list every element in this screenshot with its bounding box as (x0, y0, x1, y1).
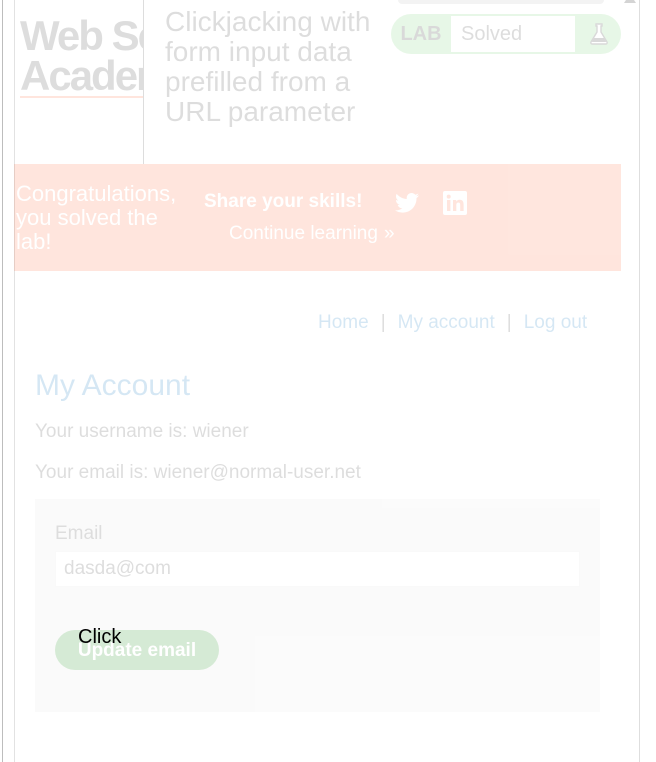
continue-learning-label: Continue learning (229, 223, 378, 244)
account-nav: Home | My account | Log out (318, 312, 587, 334)
nav-log-out-link[interactable]: Log out (524, 312, 587, 333)
lab-title: Clickjacking with form input data prefil… (165, 6, 371, 127)
email-field[interactable]: dasda@com (55, 551, 580, 587)
nav-my-account-link[interactable]: My account (398, 312, 495, 333)
academy-logo[interactable]: Web Security Academy (20, 12, 144, 108)
current-email-text: Your email is: wiener@normal-user.net (35, 462, 361, 483)
congrats-message: Congratulations, you solved the lab! (16, 181, 177, 254)
logo-underline (20, 96, 144, 98)
twitter-icon[interactable] (395, 192, 419, 214)
change-email-form: Email dasda@com Update email (35, 499, 600, 712)
continue-learning-link[interactable]: Continue learning» (229, 223, 395, 245)
lab-badge-label: LAB (400, 23, 442, 45)
logo-line-2: Academy (20, 52, 144, 99)
lab-state: Solved (451, 16, 575, 52)
page-title: My Account (35, 369, 191, 402)
email-label: Email (55, 523, 103, 544)
lab-status-badge: LAB Solved (391, 14, 621, 54)
username-text: Your username is: wiener (35, 421, 249, 442)
flask-icon (590, 23, 608, 45)
linkedin-icon[interactable] (443, 191, 467, 215)
nav-home-link[interactable]: Home (318, 312, 369, 333)
congrats-banner: Congratulations, you solved the lab! Sha… (14, 164, 621, 271)
share-label: Share your skills! (204, 191, 363, 212)
nav-separator: | (506, 312, 512, 333)
decoy-click-text[interactable]: Click (78, 626, 121, 649)
nav-separator: | (380, 312, 386, 333)
chevron-right-icon: » (383, 223, 395, 244)
